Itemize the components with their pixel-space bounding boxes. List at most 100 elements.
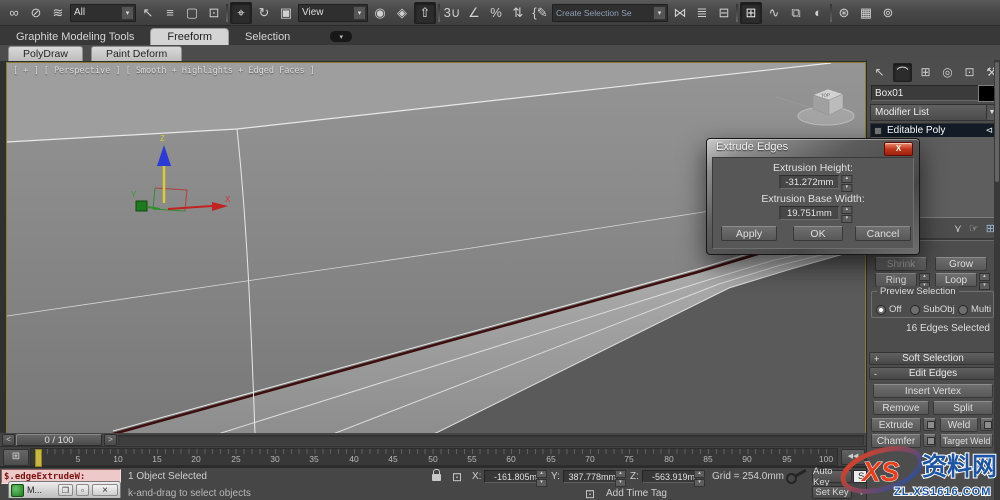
edit-edges-rollout[interactable]: -Edit Edges — [869, 367, 997, 380]
absolute-mode-icon[interactable]: ⊡ — [452, 470, 462, 484]
insert-vertex-button[interactable]: Insert Vertex — [873, 384, 993, 398]
spinner-snap-icon[interactable]: ⇅ — [508, 3, 528, 23]
remove-button[interactable]: Remove — [873, 401, 929, 415]
ring-button[interactable]: Ring — [875, 273, 917, 287]
select-by-name-icon[interactable]: ≡ — [160, 3, 180, 23]
floating-window-titlebar[interactable]: M... ❐ ▫ × — [8, 481, 121, 498]
separator[interactable] — [736, 4, 738, 22]
ref-coord-system-dropdown[interactable]: View — [298, 4, 368, 22]
y-spinner[interactable]: ▲▼ — [615, 470, 626, 487]
use-pivot-center-icon[interactable]: ◉ — [370, 3, 390, 23]
x-spinner[interactable]: ▲▼ — [536, 470, 547, 487]
render-production-icon[interactable]: ⊚ — [878, 3, 898, 23]
edit-named-sets-icon[interactable]: {✎ — [530, 3, 550, 23]
render-setup-icon[interactable]: ⊛ — [834, 3, 854, 23]
tab-hierarchy-icon[interactable]: ⊞ — [917, 64, 934, 81]
window-minimize-button[interactable]: ▫ — [76, 484, 89, 496]
named-selection-set-dropdown[interactable]: Create Selection Se — [552, 4, 668, 22]
add-time-tag-icon[interactable]: ⊡ — [585, 487, 595, 500]
select-object-icon[interactable]: ↖ — [138, 3, 158, 23]
rect-selection-region-icon[interactable]: ▢ — [182, 3, 202, 23]
show-end-result-icon[interactable]: ⋎ — [954, 222, 962, 235]
time-prev-button[interactable]: < — [2, 434, 15, 446]
tab-freeform[interactable]: Freeform — [150, 28, 229, 45]
extrusion-height-spinner[interactable]: ▲▼ — [841, 175, 852, 192]
track-bar-ruler[interactable]: 0510152025303540455055606570758085909510… — [30, 448, 838, 466]
ribbon-minimize-button[interactable]: ▾ — [330, 31, 352, 42]
percent-snap-icon[interactable]: % — [486, 3, 506, 23]
set-keys-icon[interactable] — [784, 471, 799, 486]
tab-graphite-modeling-tools[interactable]: Graphite Modeling Tools — [0, 29, 150, 45]
weld-button[interactable]: Weld — [940, 418, 978, 432]
tab-modify-icon[interactable]: ⌒ — [893, 63, 912, 82]
y-coord-field[interactable] — [563, 470, 619, 483]
add-time-tag[interactable]: Add Time Tag — [606, 488, 667, 499]
radio-off[interactable]: Off — [876, 304, 902, 315]
shrink-button[interactable]: Shrink — [875, 257, 927, 271]
make-unique-icon[interactable]: ☞ — [969, 222, 979, 235]
select-and-scale-icon[interactable]: ▣ — [276, 3, 296, 23]
window-close-button[interactable]: × — [92, 484, 118, 496]
loop-spinner[interactable]: ▲▼ — [979, 273, 990, 290]
x-coord-field[interactable] — [484, 470, 540, 483]
panel-scrollbar[interactable] — [994, 60, 1000, 500]
align-icon[interactable]: ≣ — [692, 3, 712, 23]
time-slider-track[interactable] — [118, 435, 864, 445]
z-coord-field[interactable] — [642, 470, 698, 483]
angle-snap-icon[interactable]: ∠ — [464, 3, 484, 23]
curve-editor-icon[interactable]: ∿ — [764, 3, 784, 23]
tab-create-icon[interactable]: ↖ — [871, 64, 888, 81]
select-and-link-icon[interactable]: ∞ — [4, 3, 24, 23]
loop-button[interactable]: Loop — [935, 273, 977, 287]
tab-selection[interactable]: Selection — [229, 29, 306, 45]
window-restore-button[interactable]: ❐ — [58, 484, 73, 496]
gizmo-y-handle[interactable] — [136, 201, 147, 211]
viewport-label[interactable]: [ + ] [ Perspective ] [ Smooth + Highlig… — [13, 66, 315, 76]
tab-display-icon[interactable]: ⊡ — [961, 64, 978, 81]
extrusion-base-width-spinner[interactable]: ▲▼ — [841, 206, 852, 223]
select-and-manipulate-icon[interactable]: ◈ — [392, 3, 412, 23]
unlink-selection-icon[interactable]: ⊘ — [26, 3, 46, 23]
tab-polydraw[interactable]: PolyDraw — [8, 46, 83, 61]
extrusion-base-width-field[interactable] — [779, 206, 839, 220]
dialog-close-button[interactable]: X — [884, 142, 913, 156]
selection-lock-icon[interactable] — [432, 474, 441, 481]
apply-button[interactable]: Apply — [721, 226, 777, 241]
keyboard-override-icon[interactable]: ⇧ — [414, 2, 436, 24]
snap-3d-icon[interactable]: 3∪ — [442, 3, 462, 23]
layer-manager-icon[interactable]: ⊟ — [714, 3, 734, 23]
window-crossing-icon[interactable]: ⊡ — [204, 3, 224, 23]
select-and-rotate-icon[interactable]: ↻ — [254, 3, 274, 23]
schematic-view-icon[interactable]: ⧉ — [786, 3, 806, 23]
viewcube-top-label[interactable]: TOP — [821, 92, 830, 98]
separator[interactable] — [438, 4, 440, 22]
stack-item-editable-poly[interactable]: Editable Poly ⊲ — [871, 124, 996, 137]
grow-button[interactable]: Grow — [935, 257, 987, 271]
separator[interactable] — [830, 4, 832, 22]
mini-curve-editor-button[interactable]: ⊞ — [3, 449, 29, 466]
ribbon-toggle-icon[interactable]: ⊞ — [740, 2, 762, 24]
ok-button[interactable]: OK — [793, 226, 843, 241]
separator[interactable] — [226, 4, 228, 22]
extrude-settings-button[interactable] — [923, 418, 936, 431]
tab-motion-icon[interactable]: ◎ — [939, 64, 956, 81]
tab-paint-deform[interactable]: Paint Deform — [91, 46, 182, 61]
select-and-move-icon[interactable]: ⌖ — [230, 2, 252, 24]
z-spinner[interactable]: ▲▼ — [694, 470, 705, 487]
mirror-icon[interactable]: ⋈ — [670, 3, 690, 23]
material-editor-icon[interactable]: ◐ — [808, 3, 828, 23]
object-name-field[interactable] — [871, 85, 979, 101]
bind-to-spacewarp-icon[interactable]: ≋ — [48, 3, 68, 23]
modifier-list-dropdown[interactable]: Modifier List — [870, 104, 989, 121]
stack-pin-icon[interactable]: ⊲ — [985, 124, 993, 137]
extrusion-height-field[interactable] — [779, 175, 839, 189]
cancel-button[interactable]: Cancel — [855, 226, 911, 241]
rendered-frame-icon[interactable]: ▦ — [856, 3, 876, 23]
time-slider-handle[interactable]: 0 / 100 — [16, 434, 102, 446]
radio-subobj[interactable]: SubObj — [910, 304, 955, 315]
soft-selection-rollout[interactable]: +Soft Selection — [869, 352, 997, 365]
selection-filter-dropdown[interactable]: All — [70, 4, 136, 22]
weld-settings-button[interactable] — [980, 418, 993, 431]
split-button[interactable]: Split — [933, 401, 993, 415]
dialog-title[interactable]: Extrude Edges — [716, 141, 788, 153]
